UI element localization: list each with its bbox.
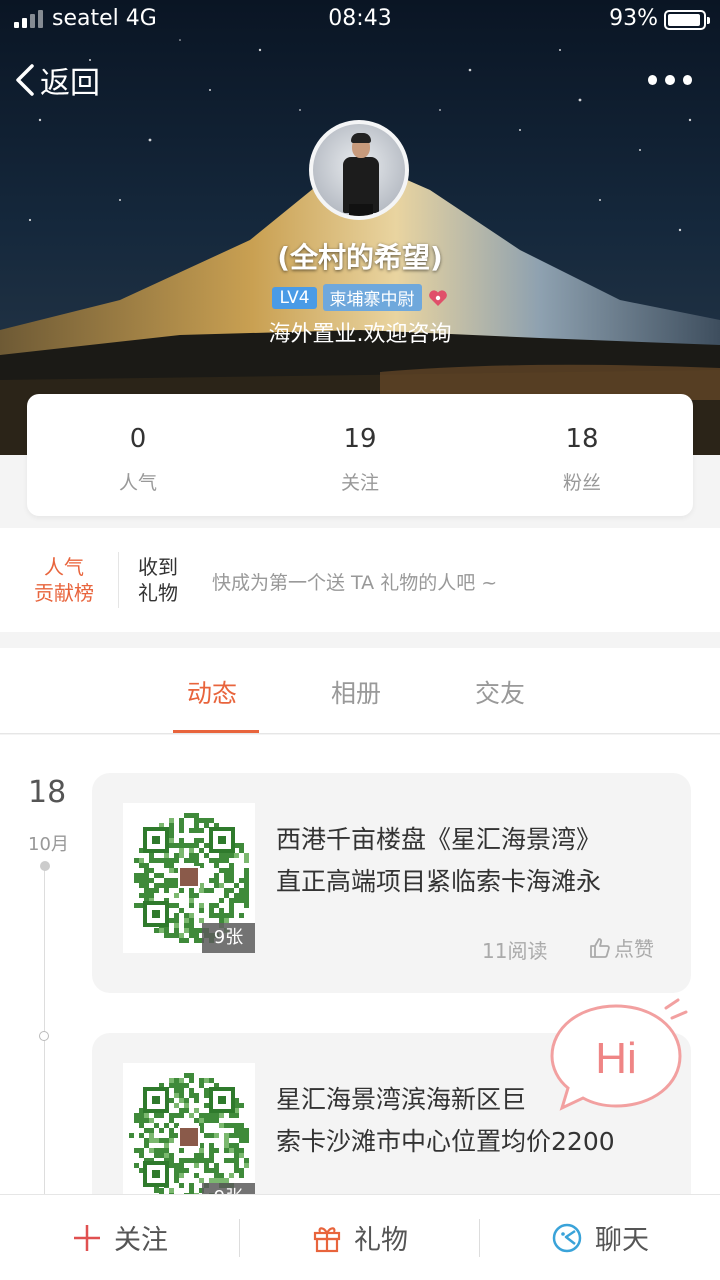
post-text: 西港千亩楼盘《星汇海景湾》 直正高端项目紧临索卡海滩永 [276,819,676,903]
tab-friends[interactable]: 交友 [475,674,525,710]
gift-icon [313,1226,341,1252]
tab-bar: 动态 相册 交友 [0,648,720,734]
post-thumbnail[interactable] [123,1063,255,1195]
date-month: 10月 [28,834,69,855]
follow-label: 关注 [114,1225,168,1256]
divider [239,1219,240,1257]
stats-card: 0 人气 19 关注 18 粉丝 [27,394,693,516]
stat-label: 人气 [118,472,157,494]
stat-value: 19 [343,424,377,454]
heart-badge-icon [428,289,447,306]
hi-label: Hi [595,1034,637,1083]
stat-popularity[interactable]: 0 人气 [27,394,249,516]
date-day: 18 [28,775,67,810]
post-card[interactable]: 9张 西港千亩楼盘《星汇海景湾》 直正高端项目紧临索卡海滩永 11阅读 点赞 [92,773,691,993]
plus-icon [74,1224,100,1251]
chat-label: 聊天 [595,1225,649,1256]
chat-button[interactable]: 聊天 [480,1195,720,1280]
stat-value: 18 [565,424,599,454]
tab-album[interactable]: 相册 [331,674,381,710]
timeline-dot [39,1031,49,1041]
active-tab-indicator [173,730,259,733]
thumbs-up-icon [590,937,610,958]
stat-label: 关注 [340,472,379,494]
stat-value: 0 [129,424,147,454]
qr-code-image [129,1073,249,1195]
chat-icon [552,1223,582,1252]
rank-label-line2: 贡献榜 [34,581,94,605]
received-line1: 收到 [138,555,178,579]
profile-badges: LV4 柬埔寨中尉 [0,284,720,311]
like-label: 点赞 [614,937,654,961]
more-dots-icon [648,75,658,85]
back-label: 返回 [40,66,100,101]
profile-bio: 海外置业.欢迎咨询 [268,322,452,347]
chevron-left-icon [16,64,34,96]
tab-posts[interactable]: 动态 [187,674,237,710]
profile-name: (全村的希望) [277,241,443,274]
divider [479,1219,480,1257]
timeline-dot [40,861,50,871]
post-text-line: 西港千亩楼盘《星汇海景湾》 [276,825,602,854]
avatar[interactable] [309,120,409,220]
status-bar: seatel 4G 08:43 93% [0,0,720,40]
gift-label: 礼物 [354,1225,408,1256]
like-button[interactable]: 点赞 [588,933,654,962]
battery-percent: 93% [609,6,658,31]
gift-button[interactable]: 礼物 [240,1195,480,1280]
profile-header [0,0,720,455]
post-text-line: 直正高端项目紧临索卡海滩永 [276,867,602,896]
post-text-line: 索卡沙滩市中心位置均价2200 [276,1127,615,1156]
contribution-rank-link[interactable]: 人气 贡献榜 [28,554,100,606]
stat-followers[interactable]: 18 粉丝 [471,394,693,516]
hi-greeting-button[interactable]: Hi [548,998,688,1118]
post-feed: 18 10月 9张 西港千亩楼盘《星汇海景湾》 直正高端项目紧临索卡海滩永 11… [0,735,720,1195]
rank-label-line1: 人气 [44,555,84,579]
cover-image [0,0,720,455]
read-count: 11阅读 [482,939,548,963]
more-button[interactable] [648,68,692,92]
gift-contribution-row[interactable]: 人气 贡献榜 收到 礼物 快成为第一个送 TA 礼物的人吧 ~ [0,528,720,632]
gift-hint: 快成为第一个送 TA 礼物的人吧 ~ [212,572,498,594]
received-gifts-label: 收到 礼物 [138,554,188,606]
stat-label: 粉丝 [562,472,601,494]
rank-title-badge: 柬埔寨中尉 [322,284,422,311]
bottom-action-bar: 关注 礼物 聊天 [0,1194,720,1280]
back-button[interactable]: 返回 [14,58,100,102]
received-line2: 礼物 [138,581,178,605]
follow-button[interactable]: 关注 [0,1195,240,1280]
level-badge: LV4 [272,286,317,309]
divider [118,552,119,608]
photo-count-badge: 9张 [202,923,255,953]
battery-icon [664,10,710,30]
stat-following[interactable]: 19 关注 [249,394,471,516]
